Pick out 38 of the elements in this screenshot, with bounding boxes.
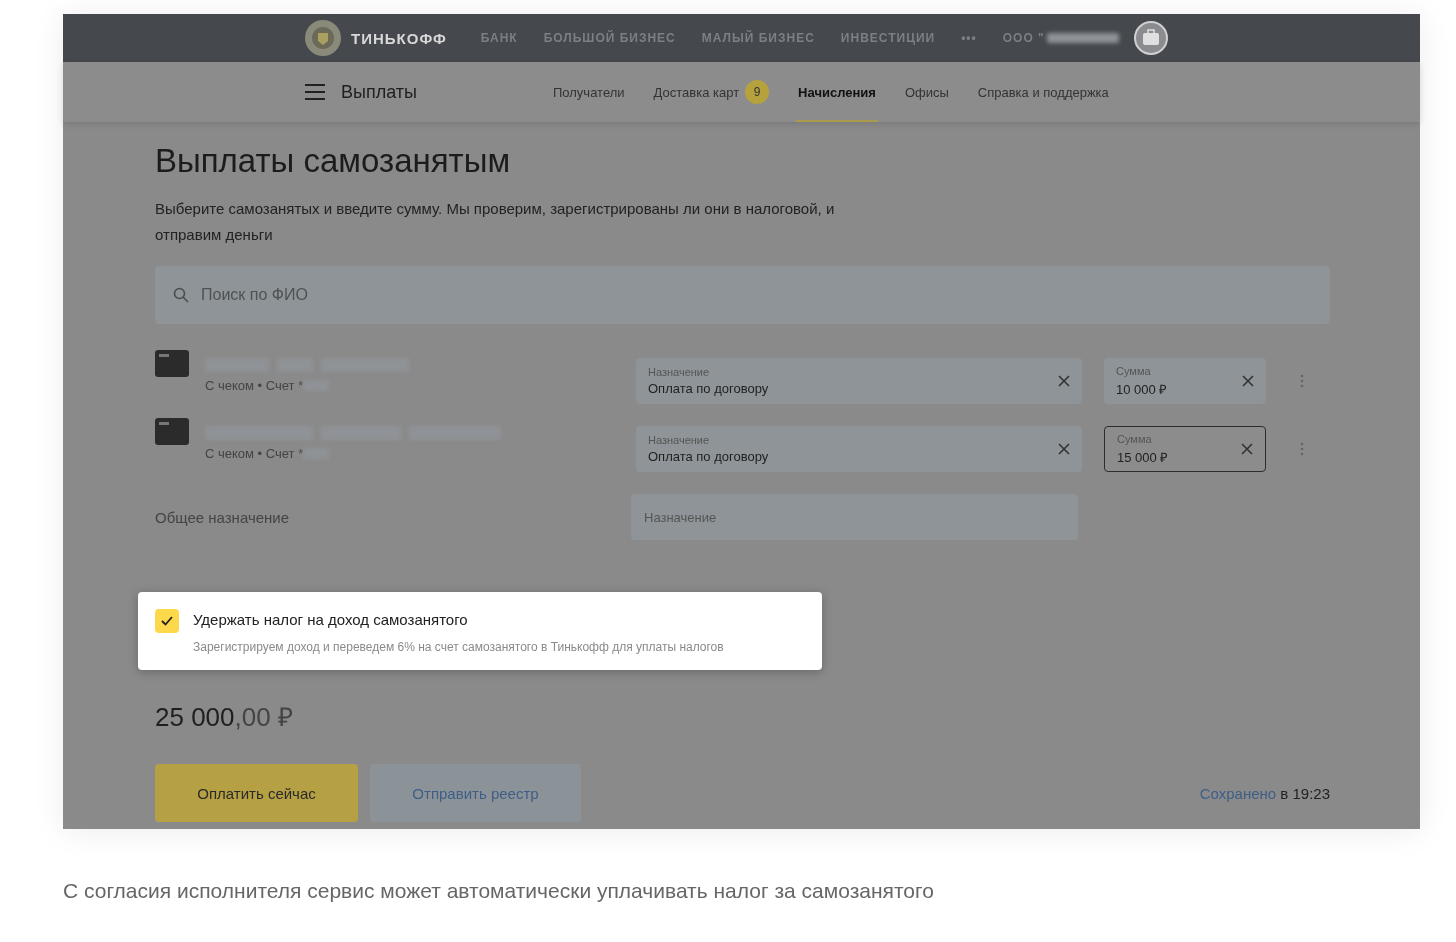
section-title: Выплаты — [341, 81, 418, 103]
save-status: Сохранено в 19:23 — [1199, 784, 1330, 802]
crest-icon — [303, 18, 343, 58]
check-icon — [161, 616, 173, 626]
amount-field[interactable]: Сумма 10 000 ₽ — [1104, 358, 1266, 404]
nav-tab[interactable]: Справка и поддержка — [975, 62, 1111, 122]
checkbox[interactable] — [155, 609, 179, 633]
logo-text[interactable]: ТИНЬКОФФ — [351, 29, 447, 47]
pay-button[interactable]: Оплатить сейчас — [155, 764, 358, 822]
page-description: Выберите самозанятых и введите сумму. Мы проверим, зарегистрированы ли они в налоговой, и отправим деньги — [155, 199, 836, 245]
field-label: Общее назначение — [155, 508, 291, 526]
send-button[interactable]: Отправить реестр — [370, 764, 581, 822]
caption: С согласия исполнителя сервис может автоматически уплачивать налог за самозанятого — [63, 879, 935, 903]
purpose-field[interactable]: Назначение Оплата по договору — [636, 358, 1082, 404]
bank-card-icon — [155, 350, 189, 377]
clear-icon[interactable] — [1058, 375, 1070, 387]
menu-icon[interactable] — [305, 83, 327, 101]
bank-card-icon — [155, 418, 189, 445]
briefcase-icon[interactable] — [1132, 20, 1169, 56]
option-hint: Зарегистрируем доход и переведем 6% на счет самозанятого в Тинькофф для уплаты налогов — [193, 640, 724, 654]
purpose-field[interactable]: Назначение Оплата по договору — [636, 426, 1082, 472]
saved-link[interactable]: Сохранено — [1199, 784, 1277, 802]
count-badge: 9 — [745, 80, 770, 104]
more-menu[interactable]: ••• — [961, 31, 977, 45]
clear-icon[interactable] — [1058, 443, 1070, 455]
total-amount: 25 000,00 ₽ — [155, 701, 294, 734]
page-title: Выплаты самозанятым — [155, 142, 512, 180]
nav-tab[interactable]: Получатели — [551, 62, 627, 122]
nav-tab[interactable]: Начисления — [796, 62, 878, 122]
clear-icon[interactable] — [1242, 375, 1254, 387]
nav-tab[interactable]: Доставка карт 9 — [651, 62, 772, 122]
nav-tab[interactable]: Офисы — [902, 62, 951, 122]
search-field[interactable]: Поиск по ФИО — [155, 266, 1330, 324]
clear-icon[interactable] — [1241, 443, 1253, 455]
recipient-details: С чеком • Счет * — [205, 378, 304, 393]
option-title: Удержать налог на доход самозанятого — [193, 611, 469, 628]
recipient-details: С чеком • Счет * — [205, 446, 304, 461]
purpose-field[interactable]: Назначение — [631, 494, 1078, 540]
